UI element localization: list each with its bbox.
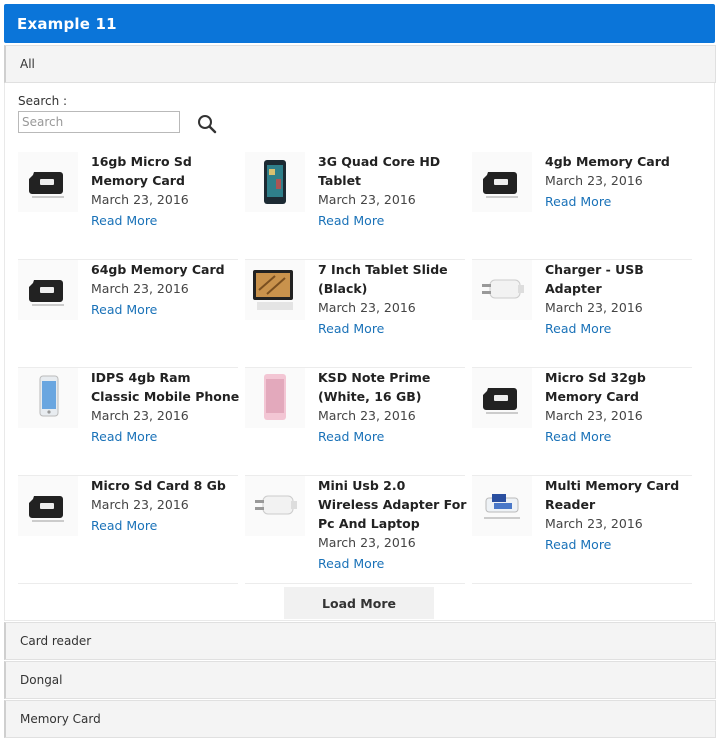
- product-item: Mini Usb 2.0 Wireless Adapter For Pc And…: [245, 476, 468, 584]
- usb-charger-icon[interactable]: [245, 476, 305, 536]
- read-more-link[interactable]: Read More: [545, 319, 611, 338]
- product-title[interactable]: 7 Inch Tablet Slide (Black): [318, 260, 468, 298]
- product-date: March 23, 2016: [91, 192, 189, 207]
- usb-charger-icon[interactable]: [472, 260, 532, 320]
- tablet-slide-icon[interactable]: [245, 260, 305, 320]
- accordion-tab-memory-card[interactable]: Memory Card: [4, 700, 716, 738]
- product-item: KSD Note Prime (White, 16 GB) March 23, 2…: [245, 368, 465, 476]
- product-title[interactable]: IDPS 4gb Ram Classic Mobile Phone: [91, 368, 241, 406]
- read-more-link[interactable]: Read More: [545, 427, 611, 446]
- page-title: Example 11: [17, 15, 117, 33]
- read-more-link[interactable]: Read More: [91, 516, 157, 535]
- read-more-link[interactable]: Read More: [91, 300, 157, 319]
- read-more-link[interactable]: Read More: [91, 211, 157, 230]
- product-date: March 23, 2016: [545, 300, 643, 315]
- product-date: March 23, 2016: [91, 497, 189, 512]
- read-more-link[interactable]: Read More: [545, 192, 611, 211]
- product-title[interactable]: Charger - USB Adapter: [545, 260, 695, 298]
- read-more-link[interactable]: Read More: [318, 427, 384, 446]
- accordion-tab-label: Dongal: [20, 673, 63, 687]
- product-title[interactable]: 64gb Memory Card: [91, 260, 241, 279]
- phone-pink-icon[interactable]: [245, 368, 305, 428]
- product-date: March 23, 2016: [318, 535, 416, 550]
- microsd-card-icon[interactable]: [472, 152, 532, 212]
- product-item: IDPS 4gb Ram Classic Mobile Phone March 2…: [18, 368, 241, 476]
- microsd-card-icon[interactable]: [18, 260, 78, 320]
- product-title[interactable]: Mini Usb 2.0 Wireless Adapter For Pc And…: [318, 476, 468, 533]
- product-item: 4gb Memory Card March 23, 2016 Read More: [472, 152, 692, 260]
- product-date: March 23, 2016: [91, 408, 189, 423]
- accordion-tab-dongal[interactable]: Dongal: [4, 661, 716, 699]
- product-item: 16gb Micro Sd Memory Card March 23, 2016 R…: [18, 152, 238, 260]
- product-title[interactable]: KSD Note Prime (White, 16 GB): [318, 368, 468, 406]
- product-date: March 23, 2016: [545, 173, 643, 188]
- product-title[interactable]: Micro Sd 32gb Memory Card: [545, 368, 695, 406]
- microsd-card-icon[interactable]: [18, 152, 78, 212]
- search-icon[interactable]: [196, 113, 220, 135]
- tablet-icon[interactable]: [245, 152, 305, 212]
- read-more-link[interactable]: Read More: [318, 554, 384, 573]
- load-more-button[interactable]: Load More: [284, 587, 434, 619]
- accordion-tab-label: Card reader: [20, 634, 92, 648]
- accordion-tab-all[interactable]: All: [4, 45, 716, 83]
- search-input[interactable]: [18, 111, 180, 133]
- read-more-link[interactable]: Read More: [318, 319, 384, 338]
- product-title[interactable]: 4gb Memory Card: [545, 152, 695, 171]
- product-date: March 23, 2016: [91, 281, 189, 296]
- product-date: March 23, 2016: [318, 192, 416, 207]
- read-more-link[interactable]: Read More: [91, 427, 157, 446]
- product-title[interactable]: 3G Quad Core HD Tablet: [318, 152, 468, 190]
- product-date: March 23, 2016: [318, 300, 416, 315]
- product-title[interactable]: Multi Memory Card Reader: [545, 476, 695, 514]
- accordion-tab-label: Memory Card: [20, 712, 101, 726]
- microsd-card-icon[interactable]: [472, 368, 532, 428]
- product-item: Multi Memory Card Reader March 23, 2016 Re…: [472, 476, 692, 584]
- product-item: 3G Quad Core HD Tablet March 23, 2016 Read…: [245, 152, 465, 260]
- card-reader-icon[interactable]: [472, 476, 532, 536]
- read-more-link[interactable]: Read More: [545, 535, 611, 554]
- accordion-tab-label: All: [20, 57, 35, 71]
- product-date: March 23, 2016: [545, 408, 643, 423]
- read-more-link[interactable]: Read More: [318, 211, 384, 230]
- accordion-tab-card-reader[interactable]: Card reader: [4, 622, 716, 660]
- product-date: March 23, 2016: [545, 516, 643, 531]
- page-header: Example 11: [4, 4, 715, 43]
- product-date: March 23, 2016: [318, 408, 416, 423]
- product-item: Charger - USB Adapter March 23, 2016 Read …: [472, 260, 692, 368]
- phone-white-icon[interactable]: [18, 368, 78, 428]
- product-item: Micro Sd Card 8 Gb March 23, 2016 Read Mor…: [18, 476, 238, 584]
- product-title[interactable]: Micro Sd Card 8 Gb: [91, 476, 241, 495]
- microsd-card-icon[interactable]: [18, 476, 78, 536]
- search-label: Search :: [18, 94, 68, 108]
- product-item: 64gb Memory Card March 23, 2016 Read More: [18, 260, 238, 368]
- product-item: 7 Inch Tablet Slide (Black) March 23, 201…: [245, 260, 465, 368]
- product-title[interactable]: 16gb Micro Sd Memory Card: [91, 152, 241, 190]
- product-item: Micro Sd 32gb Memory Card March 23, 2016 R…: [472, 368, 692, 476]
